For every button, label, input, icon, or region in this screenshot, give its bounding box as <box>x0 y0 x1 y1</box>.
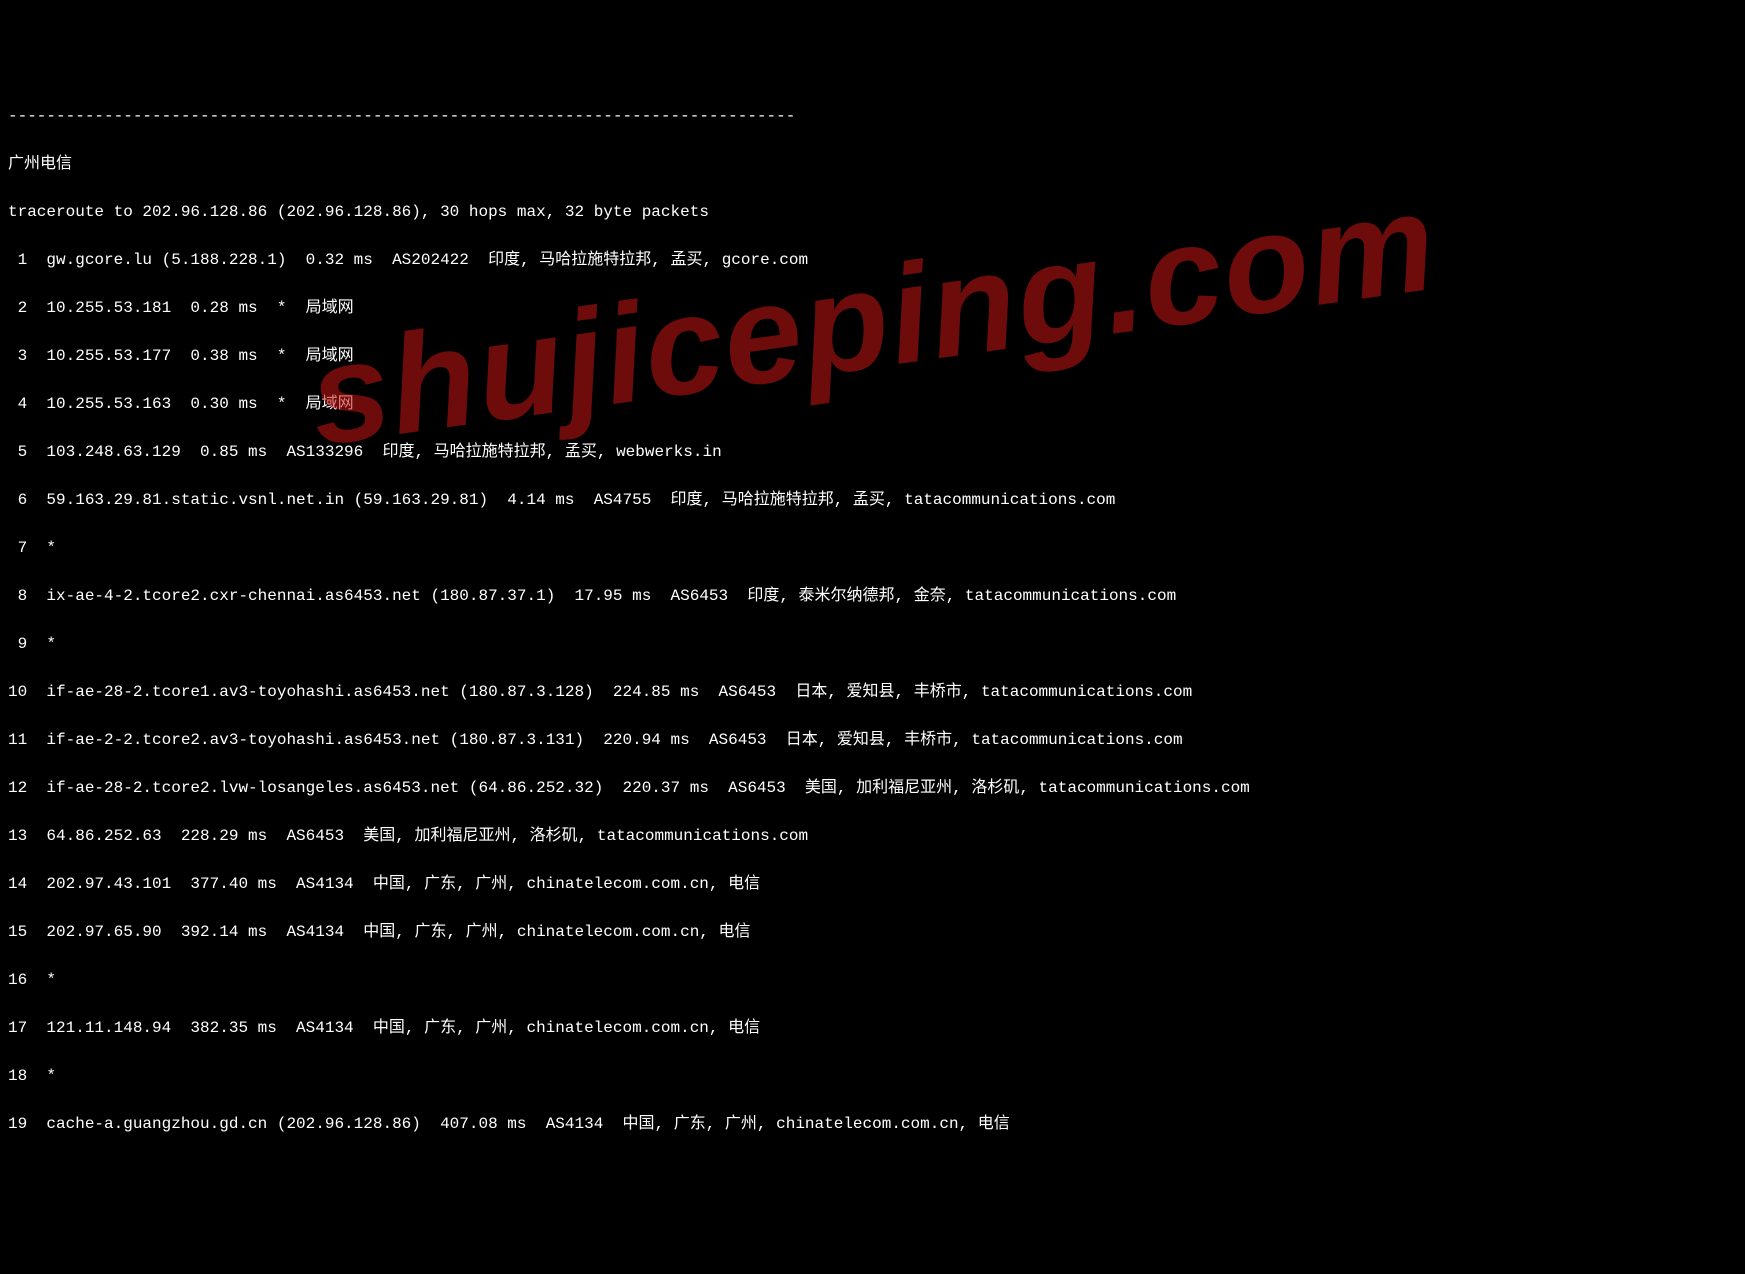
hop-line: 8 ix-ae-4-2.tcore2.cxr-chennai.as6453.ne… <box>8 584 1737 608</box>
separator-line: ----------------------------------------… <box>8 104 1737 128</box>
terminal-title: 广州电信 <box>8 152 1737 176</box>
hop-line: 12 if-ae-28-2.tcore2.lvw-losangeles.as64… <box>8 776 1737 800</box>
traceroute-header: traceroute to 202.96.128.86 (202.96.128.… <box>8 200 1737 224</box>
hop-line: 1 gw.gcore.lu (5.188.228.1) 0.32 ms AS20… <box>8 248 1737 272</box>
hop-line: 17 121.11.148.94 382.35 ms AS4134 中国, 广东… <box>8 1016 1737 1040</box>
hop-line: 16 * <box>8 968 1737 992</box>
hop-line: 18 * <box>8 1064 1737 1088</box>
hop-line: 4 10.255.53.163 0.30 ms * 局域网 <box>8 392 1737 416</box>
hop-line: 10 if-ae-28-2.tcore1.av3-toyohashi.as645… <box>8 680 1737 704</box>
hop-line: 3 10.255.53.177 0.38 ms * 局域网 <box>8 344 1737 368</box>
hop-line: 9 * <box>8 632 1737 656</box>
hop-line: 2 10.255.53.181 0.28 ms * 局域网 <box>8 296 1737 320</box>
hop-line: 13 64.86.252.63 228.29 ms AS6453 美国, 加利福… <box>8 824 1737 848</box>
hop-line: 5 103.248.63.129 0.85 ms AS133296 印度, 马哈… <box>8 440 1737 464</box>
hop-line: 6 59.163.29.81.static.vsnl.net.in (59.16… <box>8 488 1737 512</box>
hop-line: 11 if-ae-2-2.tcore2.av3-toyohashi.as6453… <box>8 728 1737 752</box>
hop-line: 14 202.97.43.101 377.40 ms AS4134 中国, 广东… <box>8 872 1737 896</box>
hop-line: 7 * <box>8 536 1737 560</box>
hop-line: 15 202.97.65.90 392.14 ms AS4134 中国, 广东,… <box>8 920 1737 944</box>
hop-line: 19 cache-a.guangzhou.gd.cn (202.96.128.8… <box>8 1112 1737 1136</box>
